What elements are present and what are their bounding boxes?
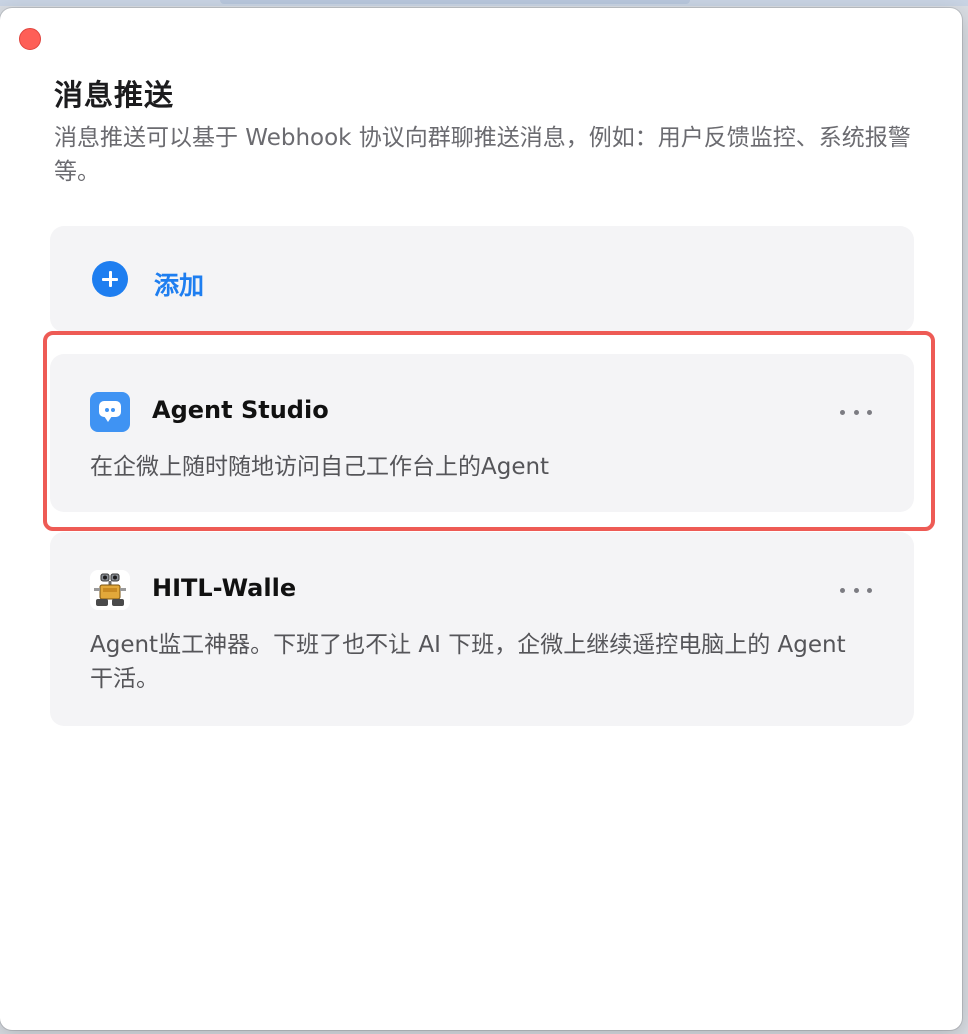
integration-card-hitl-walle[interactable]: HITL-Walle Agent监工神器。下班了也不让 AI 下班，企微上继续遥… [50, 532, 914, 726]
highlight-annotation-box [43, 331, 935, 531]
integration-name: HITL-Walle [152, 574, 297, 602]
add-label: 添加 [154, 271, 205, 300]
background-window-strip [0, 0, 968, 6]
integration-description: Agent监工神器。下班了也不让 AI 下班，企微上继续遥控电脑上的 Agent… [90, 632, 846, 692]
dialog-description: 消息推送可以基于 Webhook 协议向群聊推送消息，例如：用户反馈监控、系统报… [54, 125, 911, 185]
add-webhook-button[interactable]: 添加 [50, 226, 914, 332]
background-window-tab [220, 0, 690, 4]
robot-walle-icon [90, 570, 130, 610]
dialog-title: 消息推送 [54, 78, 175, 112]
more-dot-icon [853, 587, 859, 593]
plus-circle-icon [92, 261, 128, 297]
message-push-dialog: 消息推送 消息推送可以基于 Webhook 协议向群聊推送消息，例如：用户反馈监… [0, 8, 962, 1030]
close-button[interactable] [19, 28, 41, 50]
more-options-button[interactable] [840, 580, 872, 600]
more-dot-icon [840, 587, 845, 593]
more-dot-icon [867, 587, 872, 593]
